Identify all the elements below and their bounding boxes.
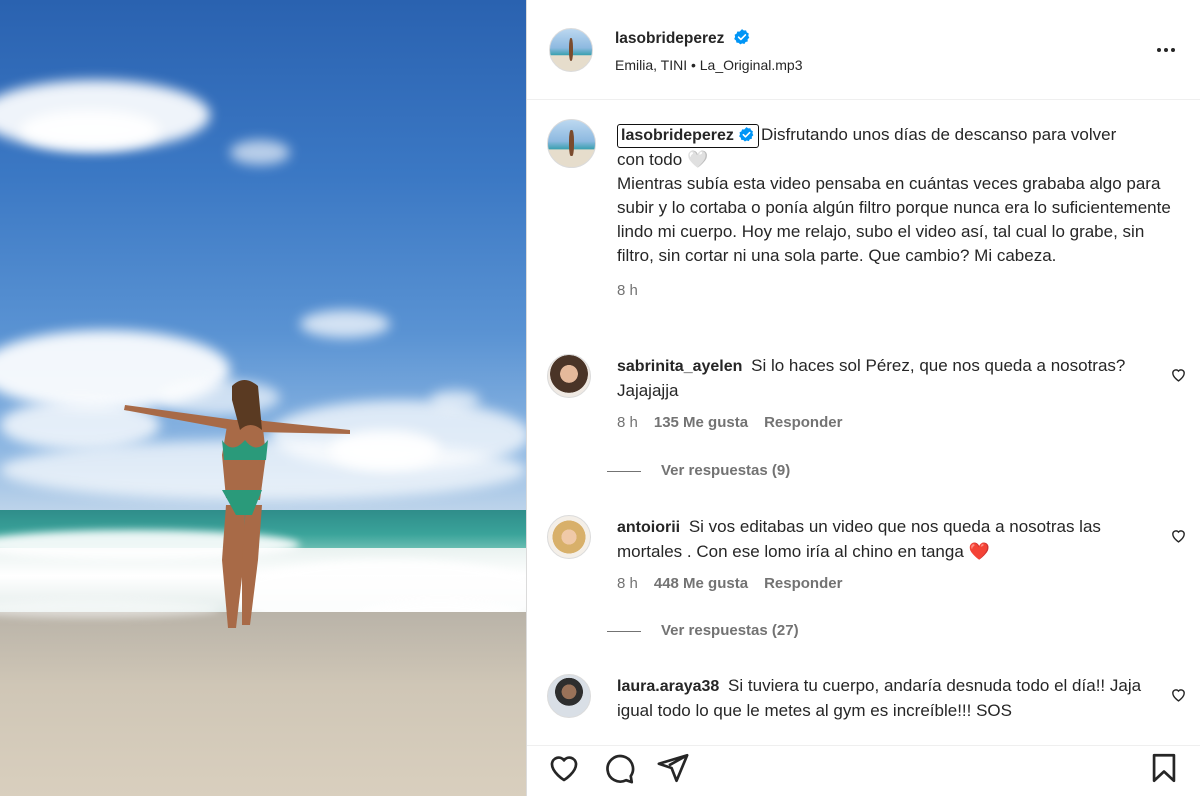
- post-header: lasobrideperez Emilia, TINI • La_Origina…: [527, 0, 1200, 100]
- reply-button[interactable]: Responder: [764, 414, 842, 431]
- caption-username[interactable]: lasobrideperez: [621, 127, 734, 144]
- caption-username-row[interactable]: lasobrideperez: [617, 124, 759, 148]
- caption-text-line2: con todo 🤍: [617, 150, 709, 169]
- comment-like-heart-icon[interactable]: [1170, 527, 1187, 544]
- view-replies-label[interactable]: Ver respuestas (9): [661, 462, 790, 479]
- caption-paragraph: Mientras subía esta video pensaba en cuá…: [617, 174, 1171, 265]
- heart-icon[interactable]: [547, 751, 581, 785]
- author-username[interactable]: lasobrideperez: [615, 30, 724, 47]
- comment-likes[interactable]: 448 Me gusta: [654, 575, 748, 592]
- reply-button[interactable]: Responder: [764, 575, 842, 592]
- view-replies[interactable]: Ver respuestas (9): [607, 462, 790, 479]
- person-figure: [124, 380, 350, 628]
- comment-like-heart-icon[interactable]: [1170, 366, 1187, 383]
- view-replies[interactable]: Ver respuestas (27): [607, 622, 799, 639]
- comments-list[interactable]: lasobrideperez Disfrutando unos días de d…: [527, 101, 1200, 745]
- comment-icon[interactable]: [602, 751, 636, 785]
- commenter-username[interactable]: antoiorii: [617, 519, 680, 536]
- commenter-username[interactable]: laura.araya38: [617, 678, 719, 695]
- bookmark-icon[interactable]: [1147, 751, 1181, 785]
- post-panel: lasobrideperez Emilia, TINI • La_Origina…: [527, 0, 1200, 796]
- action-bar: [527, 745, 1200, 796]
- caption-time[interactable]: 8 h: [617, 279, 1172, 303]
- verified-badge-icon: [733, 29, 749, 45]
- share-icon[interactable]: [656, 751, 690, 785]
- verified-badge-icon: [739, 127, 754, 142]
- view-replies-label[interactable]: Ver respuestas (27): [661, 622, 799, 639]
- commenter-username[interactable]: sabrinita_ayelen: [617, 358, 742, 375]
- caption-avatar[interactable]: [547, 119, 596, 168]
- replies-line: [607, 470, 641, 472]
- comment-time[interactable]: 8 h: [617, 575, 638, 592]
- replies-line: [607, 630, 641, 632]
- comment-time[interactable]: 8 h: [617, 414, 638, 431]
- comment-likes[interactable]: 135 Me gusta: [654, 414, 748, 431]
- caption-text-line1: Disfrutando unos días de descanso para v…: [760, 125, 1117, 144]
- audio-track[interactable]: Emilia, TINI • La_Original.mp3: [615, 57, 803, 73]
- author-avatar[interactable]: [549, 28, 593, 72]
- comment-text: Si vos editabas un video que nos queda a…: [617, 517, 1101, 561]
- commenter-avatar[interactable]: [547, 515, 591, 559]
- author-username-row[interactable]: lasobrideperez: [615, 28, 751, 48]
- commenter-avatar[interactable]: [547, 354, 591, 398]
- comment-like-heart-icon[interactable]: [1170, 686, 1187, 703]
- more-options-icon[interactable]: [1154, 40, 1178, 60]
- post-media[interactable]: [0, 0, 526, 796]
- commenter-avatar[interactable]: [547, 674, 591, 718]
